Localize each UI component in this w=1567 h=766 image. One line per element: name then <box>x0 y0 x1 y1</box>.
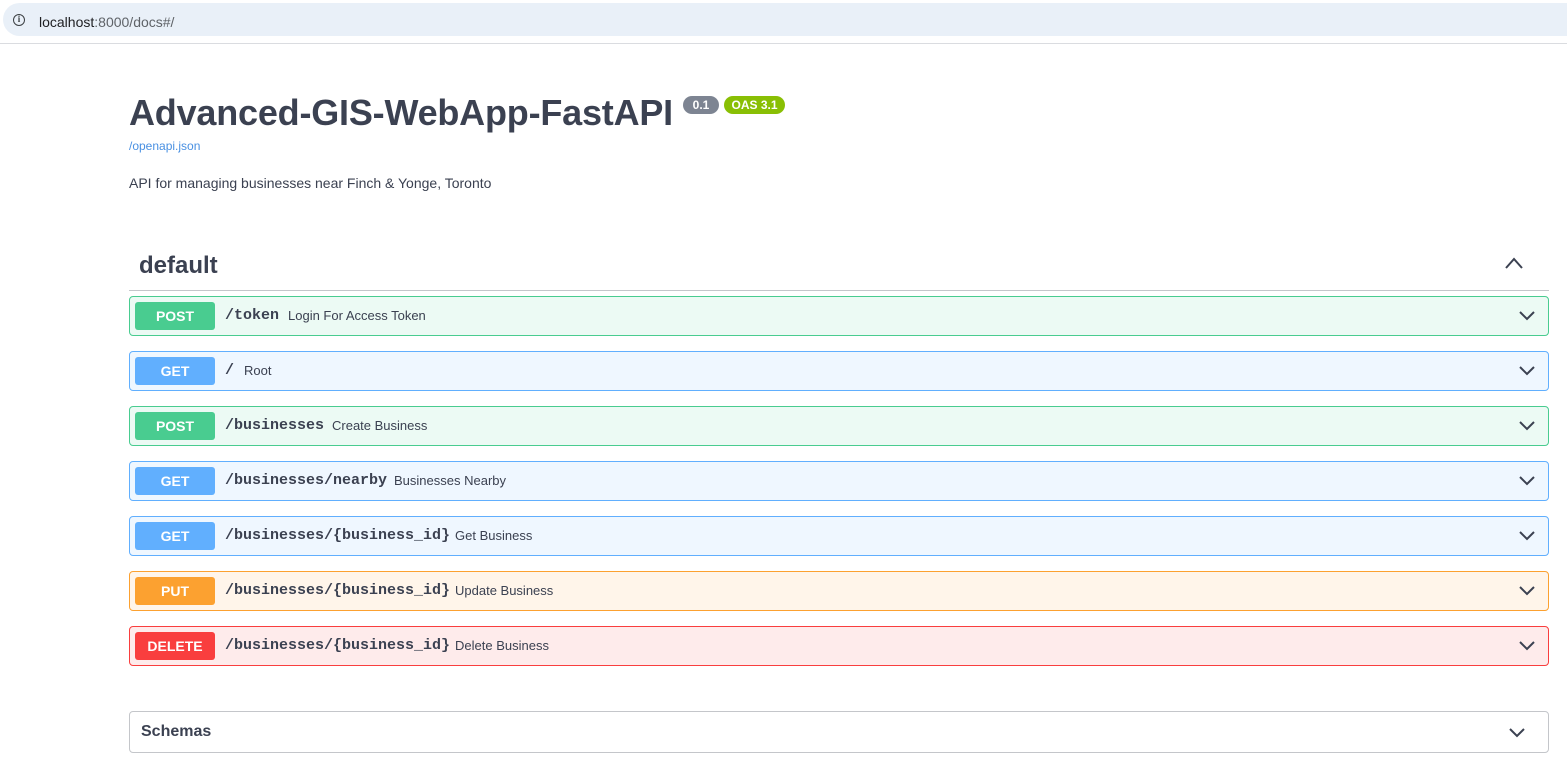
method-badge: GET <box>135 357 215 385</box>
operation-path: /businesses/{business_id} <box>225 527 451 544</box>
schemas-section[interactable]: Schemas <box>129 711 1549 753</box>
openapi-json-link[interactable]: /openapi.json <box>129 139 200 153</box>
method-badge: GET <box>135 522 215 550</box>
chevron-down-icon[interactable] <box>1518 639 1536 651</box>
chevron-down-icon[interactable] <box>1518 474 1536 486</box>
operation-summary: Root <box>244 363 272 378</box>
operation-get-root[interactable]: GET / Root <box>129 351 1549 391</box>
operation-path: / <box>225 362 235 379</box>
oas-badge: OAS 3.1 <box>724 96 785 114</box>
operation-summary: Delete Business <box>455 638 549 653</box>
operation-summary: Login For Access Token <box>288 308 426 323</box>
browser-address-bar: i localhost:8000/docs#/ <box>0 0 1567 44</box>
operation-post-token[interactable]: POST /token Login For Access Token <box>129 296 1549 336</box>
operation-summary: Create Business <box>332 418 428 433</box>
operation-get-business[interactable]: GET /businesses/{business_id} Get Busine… <box>129 516 1549 556</box>
operation-path: /businesses/{business_id} <box>225 582 451 599</box>
url-path: :8000/docs#/ <box>94 14 175 30</box>
schemas-title: Schemas <box>141 723 212 740</box>
operation-put-business[interactable]: PUT /businesses/{business_id} Update Bus… <box>129 571 1549 611</box>
operation-path: /businesses <box>225 417 325 434</box>
operation-path: /businesses/{business_id} <box>225 637 451 654</box>
chevron-down-icon[interactable] <box>1508 726 1526 738</box>
tag-name: default <box>139 252 218 279</box>
url-host: localhost <box>39 14 95 30</box>
tag-section-header[interactable]: default <box>129 240 1549 291</box>
version-badge: 0.1 <box>683 96 719 114</box>
url-text[interactable]: localhost:8000/docs#/ <box>39 14 174 30</box>
operation-summary: Get Business <box>455 528 533 543</box>
operation-path: /token <box>225 307 280 324</box>
chevron-down-icon[interactable] <box>1518 364 1536 376</box>
operation-delete-business[interactable]: DELETE /businesses/{business_id} Delete … <box>129 626 1549 666</box>
method-badge: POST <box>135 302 215 330</box>
chevron-down-icon[interactable] <box>1518 584 1536 596</box>
method-badge: PUT <box>135 577 215 605</box>
method-badge: POST <box>135 412 215 440</box>
url-field[interactable]: i localhost:8000/docs#/ <box>3 3 1567 36</box>
api-info: Advanced-GIS-WebApp-FastAPI 0.1 OAS 3.1 … <box>129 92 785 191</box>
chevron-down-icon[interactable] <box>1518 419 1536 431</box>
operation-get-businesses-nearby[interactable]: GET /businesses/nearby Businesses Nearby <box>129 461 1549 501</box>
operation-summary: Businesses Nearby <box>394 473 506 488</box>
chevron-down-icon[interactable] <box>1518 529 1536 541</box>
api-title: Advanced-GIS-WebApp-FastAPI <box>129 92 673 133</box>
chevron-up-icon[interactable] <box>1504 256 1524 270</box>
method-badge: DELETE <box>135 632 215 660</box>
api-description: API for managing businesses near Finch &… <box>129 175 492 191</box>
method-badge: GET <box>135 467 215 495</box>
operation-path: /businesses/nearby <box>225 472 388 489</box>
site-info-icon[interactable]: i <box>13 14 25 26</box>
chevron-down-icon[interactable] <box>1518 309 1536 321</box>
operation-post-businesses[interactable]: POST /businesses Create Business <box>129 406 1549 446</box>
operation-summary: Update Business <box>455 583 554 598</box>
